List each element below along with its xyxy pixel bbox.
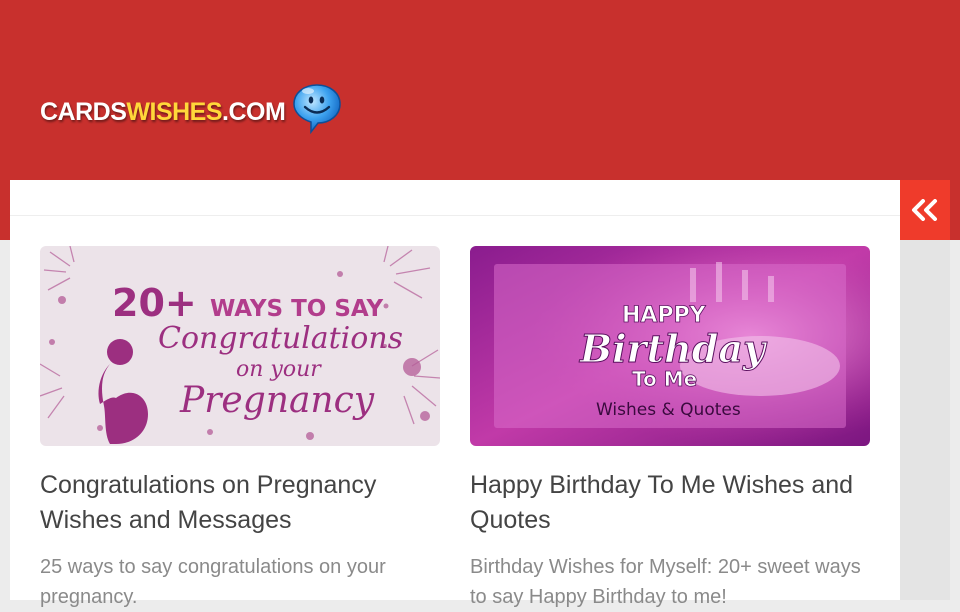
smiley-bubble-icon (293, 84, 342, 134)
site-logo[interactable]: CARDSWISHES.COM (40, 84, 343, 134)
post-excerpt: 25 ways to say congratulations on your p… (40, 556, 386, 608)
thumb-line2: Congratulations (158, 321, 403, 356)
post-title[interactable]: Congratulations on Pregnancy Wishes and … (40, 468, 440, 538)
right-sidebar-strip (900, 240, 950, 600)
sidebar-toggle-button[interactable] (900, 180, 950, 240)
thumb-line3: on your (236, 357, 322, 382)
post-card-pregnancy: 20+ WAYS TO SAY Congratulations on your … (40, 246, 440, 612)
content-topbar (10, 180, 900, 216)
thumb-line3: To Me (632, 367, 697, 391)
post-excerpt: Birthday Wishes for Myself: 20+ sweet wa… (470, 556, 861, 608)
post-thumbnail[interactable]: 20+ WAYS TO SAY Congratulations on your … (40, 246, 440, 446)
thumb-line4: Pregnancy (179, 380, 375, 421)
double-chevron-left-icon (912, 199, 937, 221)
post-title[interactable]: Happy Birthday To Me Wishes and Quotes (470, 468, 870, 538)
post-thumbnail[interactable]: HAPPY Birthday To Me Wishes & Quotes (470, 246, 870, 446)
post-card-birthday: HAPPY Birthday To Me Wishes & Quotes Hap… (470, 246, 870, 612)
thumb-line1: HAPPY (622, 303, 707, 328)
logo-text: CARDSWISHES.COM (40, 97, 286, 126)
thumb-line4: Wishes & Quotes (596, 400, 741, 420)
thumb-line2: Birthday (579, 326, 768, 371)
